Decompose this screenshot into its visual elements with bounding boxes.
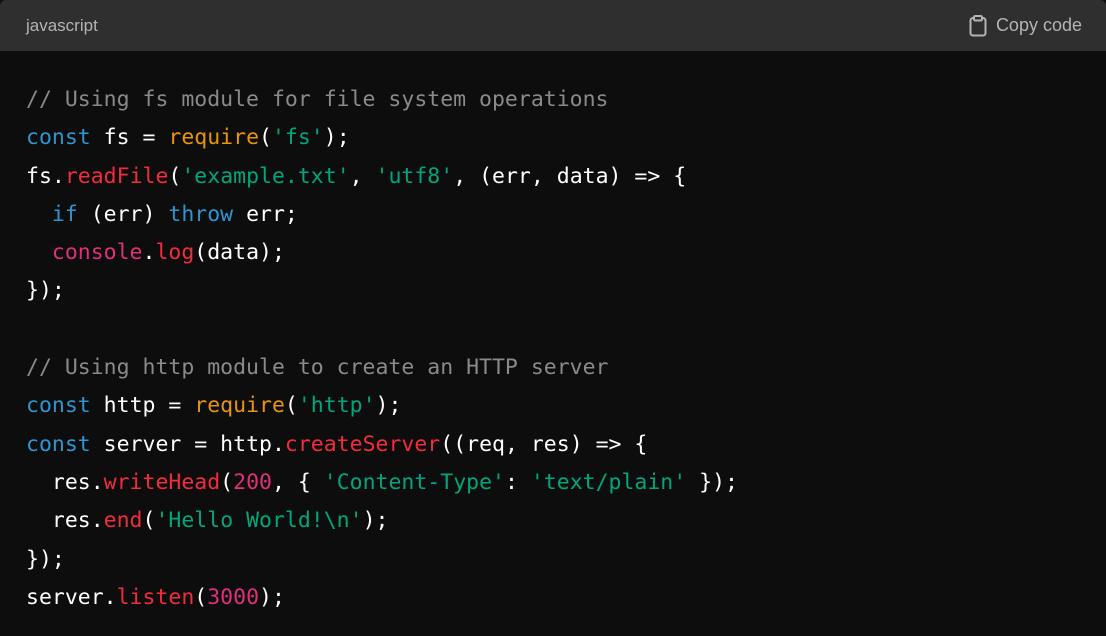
code-token-plain: , [349, 163, 376, 189]
language-label: javascript [26, 15, 98, 35]
code-token-plain: err; [233, 201, 298, 227]
code-token-keyword: const [26, 393, 91, 419]
code-token-keyword: throw [168, 201, 234, 227]
code-token-string: 'utf8' [375, 163, 454, 189]
code-token-string: 'http' [297, 393, 376, 419]
code-token-plain: fs = [90, 125, 169, 151]
code-token-plain: }); [686, 469, 738, 495]
code-line: const server = http.createServer((req, r… [26, 426, 1106, 464]
code-token-plain: (err) [77, 201, 169, 227]
code-token-plain: http = [90, 393, 195, 419]
code-token-comment: // Using http module to create an HTTP s… [26, 355, 609, 381]
code-token-number: 200 [233, 469, 272, 495]
code-token-plain: ( [168, 163, 182, 189]
code-token-plain: ); [259, 584, 285, 610]
code-token-var: console [51, 240, 143, 266]
code-token-plain: , { [271, 469, 324, 495]
code-token-string: 'fs' [271, 125, 324, 151]
code-line: console.log(data); [26, 234, 1106, 272]
code-token-plain: server = http. [90, 431, 285, 457]
code-line: // Using http module to create an HTTP s… [26, 349, 1106, 387]
code-token-plain: ((req, res) => { [440, 431, 648, 457]
code-token-plain: fs. [26, 163, 65, 189]
code-token-string: 'text/plain' [530, 469, 687, 495]
code-line: // Using fs module for file system opera… [26, 81, 1106, 119]
copy-code-label: Copy code [995, 15, 1082, 35]
code-token-func: readFile [64, 163, 169, 189]
code-token-plain: ( [259, 125, 272, 151]
code-token-func: log [155, 240, 195, 266]
code-token-plain: }); [26, 278, 65, 304]
code-token-builtin: require [194, 393, 285, 419]
code-token-string: 'Hello World!\n' [155, 508, 363, 534]
code-token-plain: ); [362, 508, 389, 534]
code-token-plain: res. [26, 469, 104, 495]
code-block-header: javascript Copy code [0, 0, 1106, 51]
code-token-plain: res. [26, 508, 104, 534]
clipboard-icon [969, 14, 987, 37]
code-token-plain: ); [323, 125, 350, 151]
code-token-plain: : [504, 469, 531, 495]
code-token-plain: ( [142, 508, 156, 534]
code-token-number: 3000 [207, 584, 260, 610]
code-token-plain: , (err, data) => { [453, 163, 687, 189]
code-token-plain: ( [284, 393, 298, 419]
code-token-plain: }); [26, 546, 65, 572]
code-token-builtin: require [168, 125, 260, 151]
code-line: const http = require('http'); [26, 387, 1106, 425]
code-line: res.writeHead(200, { 'Content-Type': 'te… [26, 464, 1106, 502]
code-line: res.end('Hello World!\n'); [26, 502, 1106, 540]
code-line: }); [26, 272, 1106, 310]
code-line: if (err) throw err; [26, 196, 1106, 234]
code-token-keyword: const [26, 125, 91, 151]
code-token-func: createServer [284, 431, 441, 457]
code-area: // Using fs module for file system opera… [0, 51, 1106, 617]
code-token-string: 'Content-Type' [323, 469, 505, 495]
code-token-plain: . [142, 240, 156, 266]
copy-code-button[interactable]: Copy code [969, 14, 1082, 37]
code-token-keyword: const [26, 431, 91, 457]
code-token-comment: // Using fs module for file system opera… [26, 87, 609, 112]
code-token-func: end [103, 508, 143, 534]
code-block: javascript Copy code // Using fs module … [0, 0, 1106, 636]
code-token-plain: (data); [194, 240, 285, 266]
code-token-func: writeHead [103, 469, 221, 495]
code-line: fs.readFile('example.txt', 'utf8', (err,… [26, 158, 1106, 196]
code-token-func: listen [116, 584, 195, 610]
code-line: server.listen(3000); [26, 579, 1106, 617]
code-token-plain: server. [26, 584, 117, 610]
code-token-plain: ( [194, 584, 208, 610]
code-line: const fs = require('fs'); [26, 119, 1106, 157]
code-token-keyword: if [51, 201, 78, 227]
code-token-plain: ); [375, 393, 402, 419]
code-token-string: 'example.txt' [181, 163, 350, 189]
code-token-plain: ( [220, 469, 234, 495]
code-line: }); [26, 541, 1106, 579]
